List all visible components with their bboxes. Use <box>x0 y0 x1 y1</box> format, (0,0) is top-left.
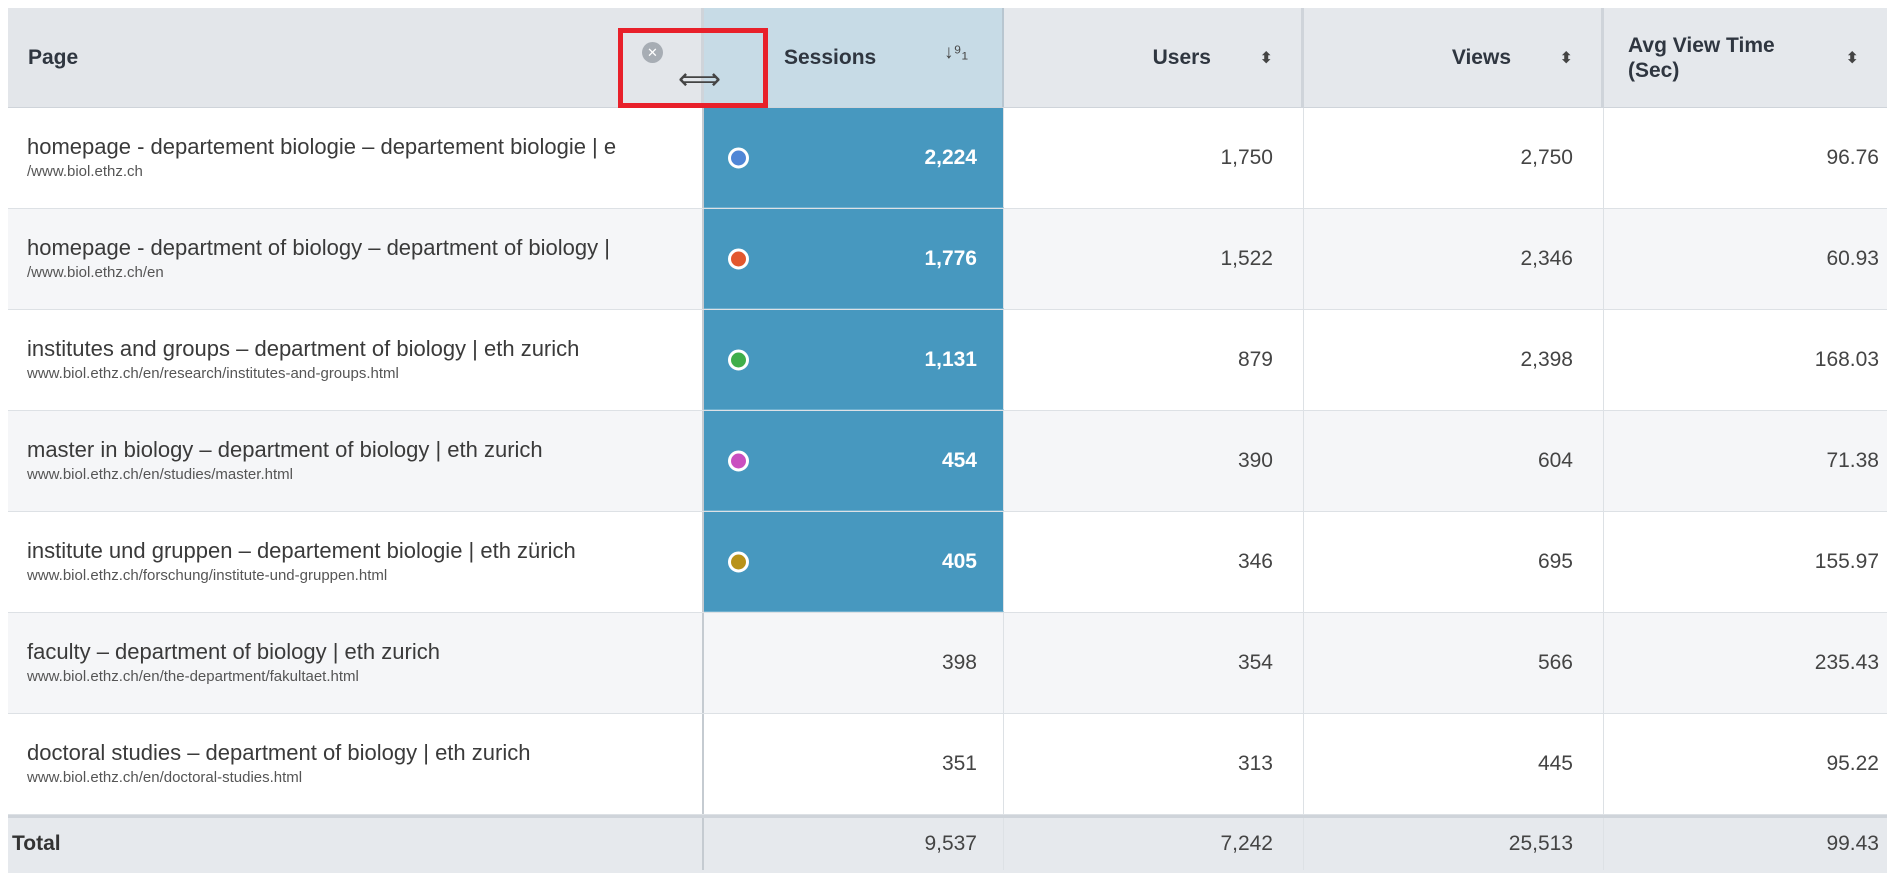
sort-numeric-desc-icon[interactable]: ↓⁹₁ <box>944 42 968 64</box>
total-views: 25,513 <box>1304 818 1604 870</box>
sessions-cell: 351 <box>704 714 1004 814</box>
sessions-value: 351 <box>941 752 977 775</box>
column-header-label: Page <box>28 45 79 69</box>
sessions-value: 405 <box>941 549 977 573</box>
total-label: Total <box>8 818 704 870</box>
views-cell: 695 <box>1304 512 1604 612</box>
avg-view-time-cell: 155.97 <box>1814 550 1879 573</box>
table-header: Page ✕ Sessions ↓⁹₁ Users ⬍ Views ⬍ Avg … <box>8 8 1887 108</box>
sort-both-icon[interactable]: ⬍ <box>1560 48 1573 68</box>
sort-both-icon[interactable]: ⬍ <box>1846 48 1859 68</box>
page-url: www.biol.ethz.ch/en/studies/master.html <box>27 466 293 483</box>
series-color-dot-icon[interactable] <box>728 450 749 471</box>
column-header-views[interactable]: Views ⬍ <box>1304 8 1604 107</box>
views-cell: 2,398 <box>1304 310 1604 410</box>
sessions-cell: 2,224 <box>704 108 1004 208</box>
sessions-cell: 1,131 <box>704 310 1004 410</box>
avg-view-time-cell: 71.38 <box>1826 449 1879 472</box>
avg-view-time-cell: 168.03 <box>1814 348 1879 371</box>
page-cell[interactable]: doctoral studies – department of biology… <box>8 714 704 814</box>
sessions-cell: 398 <box>704 613 1004 713</box>
users-cell: 313 <box>1004 714 1304 814</box>
page-url: /www.biol.ethz.ch <box>27 163 143 180</box>
page-cell[interactable]: homepage - departement biologie – depart… <box>8 108 704 208</box>
page-url: www.biol.ethz.ch/en/doctoral-studies.htm… <box>27 769 303 786</box>
column-header-avg-view-time[interactable]: Avg View Time (Sec) ⬍ <box>1604 8 1887 107</box>
views-cell: 566 <box>1304 613 1604 713</box>
sessions-cell: 454 <box>704 411 1004 511</box>
avg-view-time-cell: 235.43 <box>1814 651 1879 674</box>
table-row[interactable]: master in biology – department of biolog… <box>8 411 1887 512</box>
total-users: 7,242 <box>1004 818 1304 870</box>
avg-view-time-cell: 96.76 <box>1826 146 1879 169</box>
page-title: homepage - department of biology – depar… <box>27 235 610 260</box>
sessions-cell: 405 <box>704 512 1004 612</box>
series-color-dot-icon[interactable] <box>728 349 749 370</box>
table-row[interactable]: homepage - departement biologie – depart… <box>8 108 1887 209</box>
total-sessions: 9,537 <box>704 818 1004 870</box>
table-row[interactable]: institutes and groups – department of bi… <box>8 310 1887 411</box>
table-body: homepage - departement biologie – depart… <box>8 108 1887 815</box>
page-cell[interactable]: institutes and groups – department of bi… <box>8 310 704 410</box>
table-row[interactable]: faculty – department of biology | eth zu… <box>8 613 1887 714</box>
column-header-label: Sessions <box>784 45 877 69</box>
views-cell: 2,750 <box>1304 108 1604 208</box>
series-color-dot-icon[interactable] <box>728 147 749 168</box>
page-url: www.biol.ethz.ch/en/the-department/fakul… <box>27 668 359 685</box>
page-title: institute und gruppen – departement biol… <box>27 538 576 563</box>
table-row[interactable]: institute und gruppen – departement biol… <box>8 512 1887 613</box>
column-header-users[interactable]: Users ⬍ <box>1004 8 1304 107</box>
resize-horizontal-icon[interactable]: ⟺ <box>678 62 721 97</box>
sessions-value: 2,224 <box>924 145 977 169</box>
sessions-value: 398 <box>941 651 977 674</box>
users-cell: 1,522 <box>1004 209 1304 309</box>
page-url: /www.biol.ethz.ch/en <box>27 264 164 281</box>
sessions-cell: 1,776 <box>704 209 1004 309</box>
users-cell: 390 <box>1004 411 1304 511</box>
sessions-value: 454 <box>941 448 977 472</box>
sort-both-icon[interactable]: ⬍ <box>1260 48 1273 68</box>
avg-view-time-cell: 60.93 <box>1826 247 1879 270</box>
page-cell[interactable]: faculty – department of biology | eth zu… <box>8 613 704 713</box>
page-title: master in biology – department of biolog… <box>27 437 543 462</box>
series-color-dot-icon[interactable] <box>728 248 749 269</box>
total-row: Total 9,537 7,242 25,513 99.43 <box>8 815 1887 873</box>
users-cell: 879 <box>1004 310 1304 410</box>
page-cell[interactable]: homepage - department of biology – depar… <box>8 209 704 309</box>
total-avg-view-time: 99.43 <box>1826 832 1879 855</box>
pages-table: Page ✕ Sessions ↓⁹₁ Users ⬍ Views ⬍ Avg … <box>8 8 1887 873</box>
sessions-value: 1,776 <box>924 246 977 270</box>
sessions-value: 1,131 <box>924 347 977 371</box>
page-title: faculty – department of biology | eth zu… <box>27 639 440 664</box>
views-cell: 445 <box>1304 714 1604 814</box>
users-cell: 346 <box>1004 512 1304 612</box>
table-row[interactable]: homepage - department of biology – depar… <box>8 209 1887 310</box>
column-header-page[interactable]: Page ✕ <box>8 8 704 107</box>
column-header-label: Views <box>1451 45 1511 69</box>
users-cell: 354 <box>1004 613 1304 713</box>
page-cell[interactable]: master in biology – department of biolog… <box>8 411 704 511</box>
series-color-dot-icon[interactable] <box>728 551 749 572</box>
column-header-label: Avg View Time (Sec) <box>1628 33 1775 82</box>
page-url: www.biol.ethz.ch/forschung/institute-und… <box>27 567 388 584</box>
avg-view-time-cell: 95.22 <box>1826 752 1879 775</box>
page-title: institutes and groups – department of bi… <box>27 336 580 361</box>
page-title: doctoral studies – department of biology… <box>27 740 531 765</box>
column-header-label: Users <box>1152 45 1211 69</box>
page-title: homepage - departement biologie – depart… <box>27 134 617 159</box>
users-cell: 1,750 <box>1004 108 1304 208</box>
views-cell: 2,346 <box>1304 209 1604 309</box>
page-cell[interactable]: institute und gruppen – departement biol… <box>8 512 704 612</box>
table-row[interactable]: doctoral studies – department of biology… <box>8 714 1887 815</box>
views-cell: 604 <box>1304 411 1604 511</box>
page-url: www.biol.ethz.ch/en/research/institutes-… <box>27 365 399 382</box>
